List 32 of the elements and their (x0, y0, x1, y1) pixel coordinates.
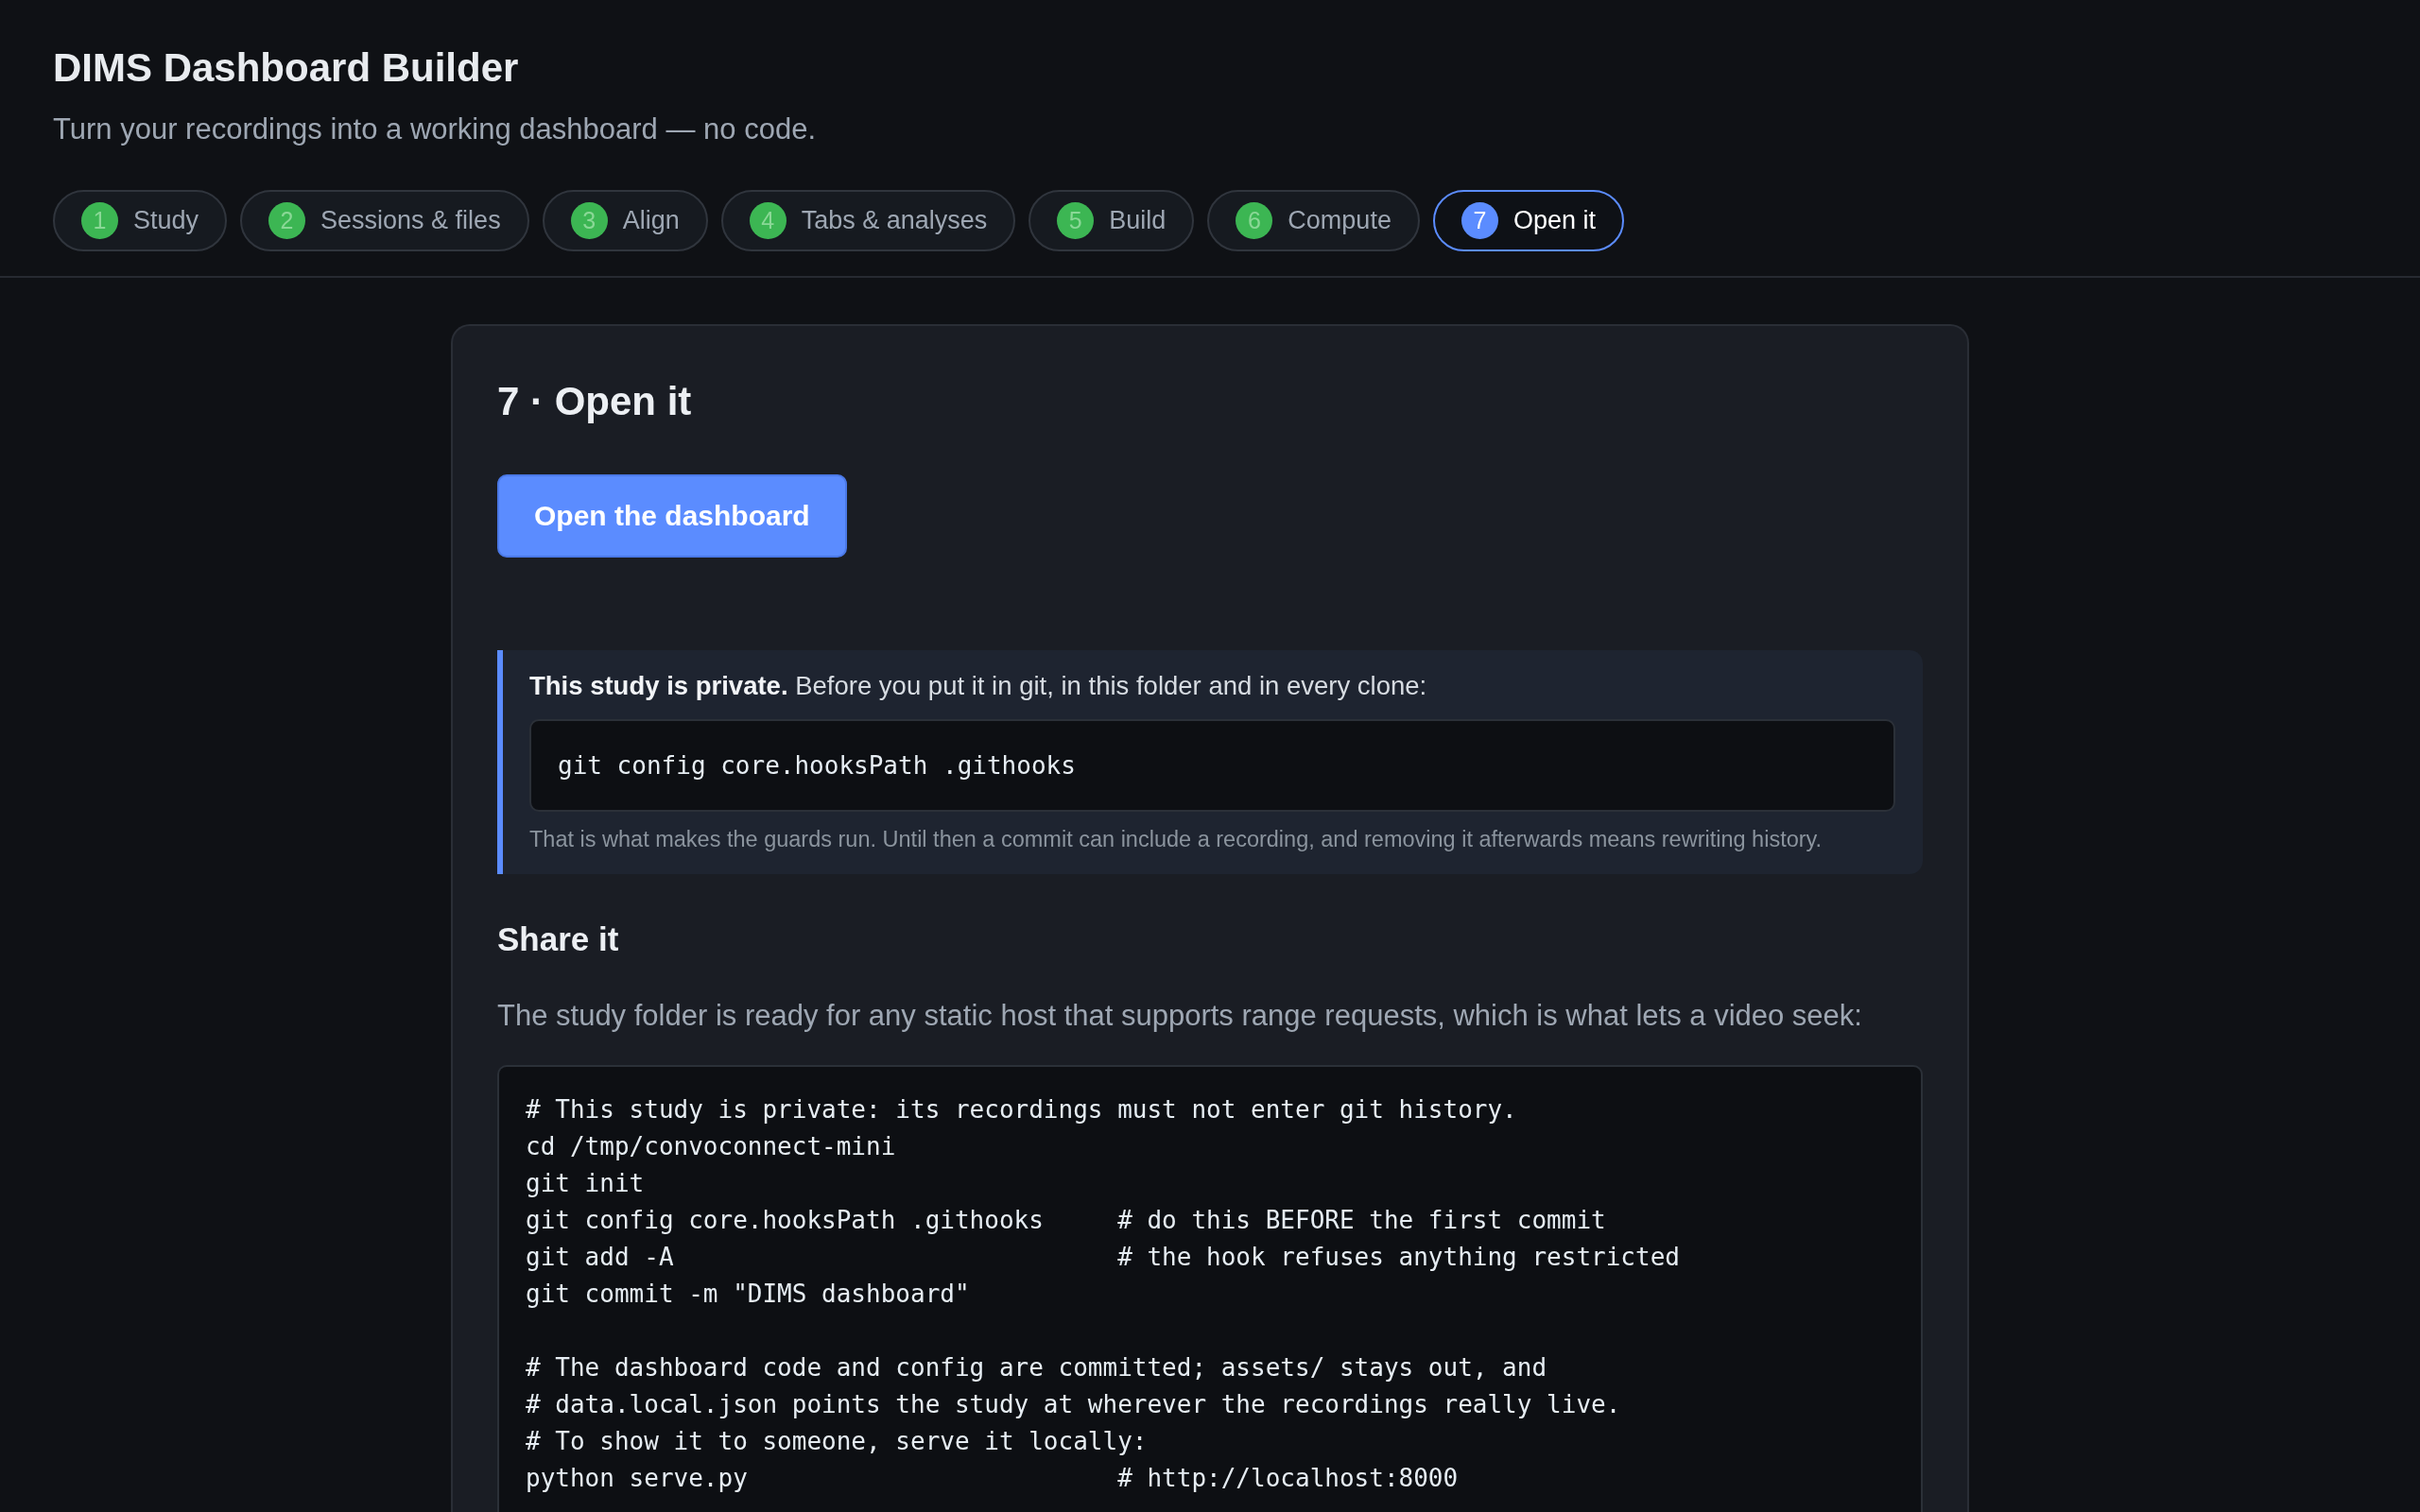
code-line: # data.local.json points the study at wherever the recordings really live. (526, 1389, 1622, 1420)
panel-heading: 7 · Open it (497, 379, 693, 424)
code-line: git commit -m "DIMS dashboard" (526, 1279, 971, 1310)
step-tab[interactable]: 2 Sessions & files (240, 190, 529, 251)
step-number: 3 (570, 202, 608, 239)
step-tab[interactable]: 1 Study (53, 190, 228, 251)
notice-text: This study is private. Before you put it in git, in this folder and in every clone: (529, 670, 1428, 702)
app-title: DIMS Dashboard Builder (53, 45, 520, 91)
share-text: The study folder is ready for any static host that supports range requests, which is what lets a video seek: (497, 998, 1863, 1034)
step-number: 5 (1057, 202, 1095, 239)
app-subtitle: Turn your recordings into a working dashboard — no code. (53, 112, 817, 147)
step-number: 6 (1236, 202, 1273, 239)
code-line: git add -A # the hook refuses anything restricted (526, 1242, 1681, 1273)
step-number: 2 (268, 202, 306, 239)
step-tab[interactable]: 5 Build (1028, 190, 1195, 251)
code-line: git config core.hooksPath .githooks # do this BEFORE the first commit (526, 1205, 1607, 1236)
code-line: python serve.py # http://localhost:8000 (526, 1463, 1460, 1494)
code-line: git init (526, 1168, 646, 1199)
notice-note: That is what makes the guards run. Until then a commit can include a recording, and removing it afterwards means rewriting history. (529, 826, 1824, 853)
step-tab[interactable]: 7 Open it (1432, 190, 1624, 251)
code-line: # This study is private: its recordings must not enter git history. (526, 1094, 1518, 1125)
step-number: 4 (749, 202, 786, 239)
step-tab[interactable]: 6 Compute (1207, 190, 1420, 251)
share-heading: Share it (497, 919, 620, 959)
step-number: 1 (81, 202, 118, 239)
step-tab[interactable]: 4 Tabs & analyses (720, 190, 1016, 251)
step-number: 7 (1461, 202, 1498, 239)
code-line: # To show it to someone, serve it locally: (526, 1426, 1149, 1457)
step-tab[interactable]: 3 Align (542, 190, 708, 251)
code-line: # The dashboard code and config are committed; assets/ stays out, and (526, 1352, 1548, 1383)
code-line: cd /tmp/convoconnect-mini (526, 1131, 897, 1162)
command-code-block: git config core.hooksPath .githooks (529, 719, 1895, 812)
